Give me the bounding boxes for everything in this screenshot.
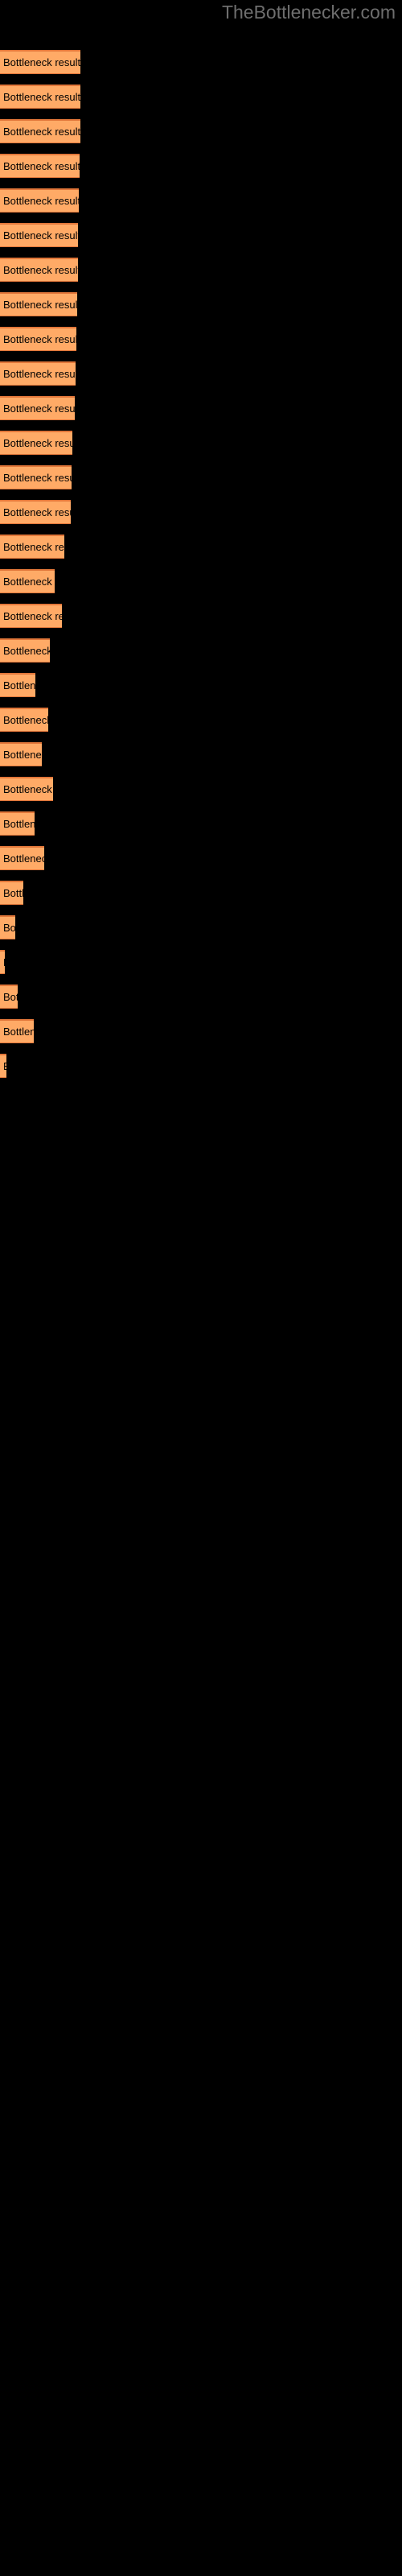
bar-bottleneck-result[interactable]: Bottleneck result <box>0 915 15 939</box>
page-root: TheBottlenecker.com Bottleneck result Bot… <box>0 0 402 2576</box>
bar-bottleneck-result[interactable]: Bottleneck result <box>0 258 78 282</box>
bar-label: Bottleneck result <box>3 195 79 207</box>
bar-label: Bottleneck result <box>3 299 77 311</box>
bar-label: Bottleneck result <box>3 126 80 138</box>
bar-label: Bottleneck result <box>3 1055 6 1077</box>
bar-row: Bottleneck result <box>0 881 402 905</box>
bar-row: Bottleneck result <box>0 292 402 316</box>
bar-label: Bottleneck result <box>3 402 75 415</box>
bar-bottleneck-result[interactable]: Bottleneck result <box>0 223 78 247</box>
bar-row: Bottleneck result <box>0 361 402 386</box>
bar-label: Bottleneck result <box>3 160 80 172</box>
bar-bottleneck-result[interactable]: Bottleneck result <box>0 777 53 801</box>
bar-label: Bottleneck result <box>3 229 78 242</box>
bar-label: Bottleneck result <box>3 991 18 1003</box>
bar-label: Bottleneck result <box>3 952 5 973</box>
bar-bottleneck-result[interactable]: Bottleneck result <box>0 465 72 489</box>
bar-label: Bottleneck result <box>3 506 71 518</box>
bar-row: Bottleneck result <box>0 950 402 974</box>
bar-bottleneck-result[interactable]: Bottleneck result <box>0 188 79 213</box>
bar-row: Bottleneck result <box>0 188 402 213</box>
bar-bottleneck-result[interactable]: Bottleneck result <box>0 950 5 974</box>
bar-label: Bottleneck result <box>3 91 80 103</box>
bar-chart-plot-area: Bottleneck result Bottleneck result Bottle… <box>0 0 402 2576</box>
bar-row: Bottleneck result <box>0 777 402 801</box>
bar-bottleneck-result[interactable]: Bottleneck result <box>0 50 80 74</box>
bar-label: Bottleneck result <box>3 437 72 449</box>
bar-bottleneck-result[interactable]: Bottleneck result <box>0 811 35 836</box>
bar-label: Bottleneck result <box>3 922 15 934</box>
bar-bottleneck-result[interactable]: Bottleneck result <box>0 361 76 386</box>
bar-bottleneck-result[interactable]: Bottleneck result <box>0 327 76 351</box>
bar-label: Bottleneck result <box>3 541 64 553</box>
bar-row: Bottleneck result <box>0 673 402 697</box>
bar-row: Bottleneck result <box>0 535 402 559</box>
bar-bottleneck-result[interactable]: Bottleneck result <box>0 742 42 766</box>
bar-bottleneck-result[interactable]: Bottleneck result <box>0 119 80 143</box>
bar-bottleneck-result[interactable]: Bottleneck result <box>0 535 64 559</box>
bar-row: Bottleneck result <box>0 50 402 74</box>
bar-label: Bottleneck result <box>3 368 76 380</box>
bar-label: Bottleneck result <box>3 56 80 68</box>
bar-row: Bottleneck result <box>0 396 402 420</box>
bar-bottleneck-result[interactable]: Bottleneck result <box>0 881 23 905</box>
bar-row: Bottleneck result <box>0 846 402 870</box>
bar-bottleneck-result[interactable]: Bottleneck result <box>0 846 44 870</box>
bar-row: Bottleneck result <box>0 500 402 524</box>
bar-row: Bottleneck result <box>0 708 402 732</box>
bar-bottleneck-result[interactable]: Bottleneck result <box>0 638 50 663</box>
bar-row: Bottleneck result <box>0 1054 402 1078</box>
bar-bottleneck-result[interactable]: Bottleneck result <box>0 673 35 697</box>
bar-bottleneck-result[interactable]: Bottleneck result <box>0 569 55 593</box>
bar-label: Bottleneck result <box>3 679 35 691</box>
bar-label: Bottleneck result <box>3 645 50 657</box>
bar-label: Bottleneck result <box>3 887 23 899</box>
bar-bottleneck-result[interactable]: Bottleneck result <box>0 604 62 628</box>
bar-row: Bottleneck result <box>0 154 402 178</box>
bar-row: Bottleneck result <box>0 431 402 455</box>
bar-bottleneck-result[interactable]: Bottleneck result <box>0 396 75 420</box>
bar-row: Bottleneck result <box>0 258 402 282</box>
bar-label: Bottleneck result <box>3 472 72 484</box>
bar-row: Bottleneck result <box>0 119 402 143</box>
bar-label: Bottleneck result <box>3 852 44 865</box>
bar-bottleneck-result[interactable]: Bottleneck result <box>0 1054 6 1078</box>
bar-bottleneck-result[interactable]: Bottleneck result <box>0 1019 34 1043</box>
bar-label: Bottleneck result <box>3 576 55 588</box>
bar-row: Bottleneck result <box>0 465 402 489</box>
bar-row: Bottleneck result <box>0 604 402 628</box>
bar-row: Bottleneck result <box>0 85 402 109</box>
bar-row: Bottleneck result <box>0 915 402 939</box>
bar-bottleneck-result[interactable]: Bottleneck result <box>0 500 71 524</box>
bar-label: Bottleneck result <box>3 783 53 795</box>
bar-label: Bottleneck result <box>3 333 76 345</box>
bar-label: Bottleneck result <box>3 610 62 622</box>
bar-bottleneck-result[interactable]: Bottleneck result <box>0 292 77 316</box>
bar-label: Bottleneck result <box>3 714 48 726</box>
bar-bottleneck-result[interactable]: Bottleneck result <box>0 708 48 732</box>
bar-row: Bottleneck result <box>0 742 402 766</box>
bar-bottleneck-result[interactable]: Bottleneck result <box>0 154 80 178</box>
bar-row: Bottleneck result <box>0 223 402 247</box>
bar-bottleneck-result[interactable]: Bottleneck result <box>0 431 72 455</box>
bar-row: Bottleneck result <box>0 638 402 663</box>
bar-bottleneck-result[interactable]: Bottleneck result <box>0 985 18 1009</box>
bar-label: Bottleneck result <box>3 264 78 276</box>
bar-row: Bottleneck result <box>0 985 402 1009</box>
bar-label: Bottleneck result <box>3 1026 34 1038</box>
bar-row: Bottleneck result <box>0 1019 402 1043</box>
bar-row: Bottleneck result <box>0 811 402 836</box>
bar-bottleneck-result[interactable]: Bottleneck result <box>0 85 80 109</box>
bar-label: Bottleneck result <box>3 818 35 830</box>
bar-label: Bottleneck result <box>3 749 42 761</box>
bar-row: Bottleneck result <box>0 569 402 593</box>
bar-row: Bottleneck result <box>0 327 402 351</box>
